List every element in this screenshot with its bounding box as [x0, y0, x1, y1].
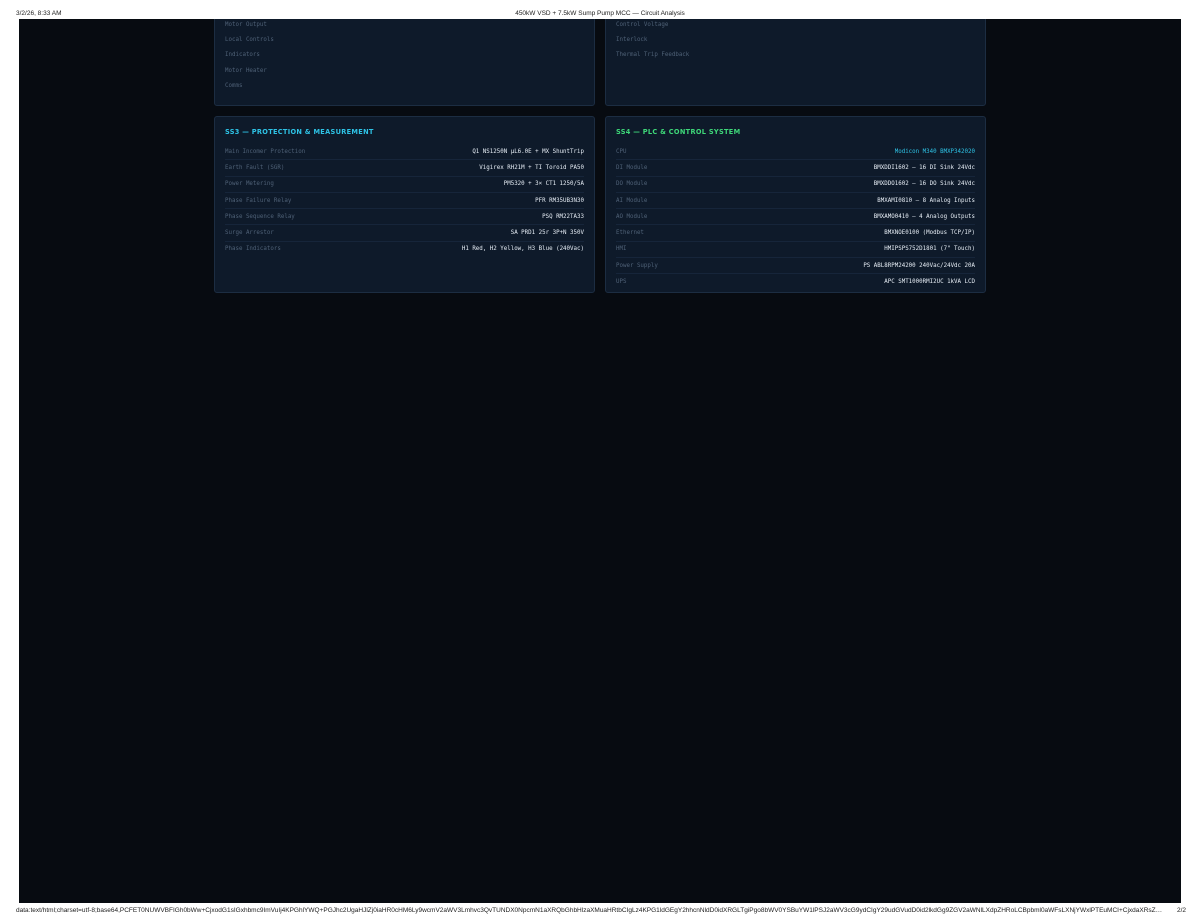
- table-row: DO Module BMXDDO1602 — 16 DO Sink 24Vdc: [616, 177, 975, 193]
- row-key: Phase Failure Relay: [225, 197, 292, 204]
- row-value: Q1 NS1250N µL6.0E + MX ShuntTrip: [472, 148, 584, 155]
- row-value: Vigirex RH21M + TI Toroid PA50: [479, 164, 584, 171]
- table-row: CPU Modicon M340 BMXP342020: [616, 144, 975, 161]
- row-key: DI Module: [616, 164, 648, 171]
- table-row: DI Module BMXDDI1602 — 16 DI Sink 24Vdc: [616, 160, 975, 177]
- row-key: Power Supply: [616, 262, 658, 269]
- table-row: Phase Failure Relay PFR RM35UB3N30: [225, 193, 584, 210]
- table-row: AO Module BMXAMO0410 — 4 Analog Outputs: [616, 209, 975, 226]
- print-url: data:text/html;charset=utf-8;base64,PCFE…: [16, 907, 1166, 914]
- row-value: BMXDDI1602 — 16 DI Sink 24Vdc: [873, 164, 975, 171]
- row-key: Earth Fault (SGR): [225, 164, 285, 171]
- print-title: 450kW VSD + 7.5kW Sump Pump MCC — Circui…: [515, 10, 685, 17]
- document-page: Motor Output Local Controls Indicators M…: [19, 19, 1181, 903]
- list-item: Comms: [225, 82, 243, 89]
- row-value: PS ABL8RPM24200 240Vac/24Vdc 20A: [863, 262, 975, 269]
- panel-ss4-plc: SS4 — PLC & CONTROL SYSTEM CPU Modicon M3…: [605, 116, 986, 293]
- panel-top-left-rows: Motor Output Local Controls Indicators M…: [225, 19, 584, 93]
- row-value: PFR RM35UB3N30: [535, 197, 584, 204]
- row-value: BMXDDO1602 — 16 DO Sink 24Vdc: [873, 181, 975, 188]
- table-row: Phase Indicators H1 Red, H2 Yellow, H3 Bl…: [225, 242, 584, 257]
- table-row: Power Supply PS ABL8RPM24200 240Vac/24Vdc…: [616, 258, 975, 275]
- row-key: DO Module: [616, 181, 648, 188]
- row-value: HMIPSPS752D1801 (7" Touch): [884, 246, 975, 253]
- row-key: Phase Sequence Relay: [225, 213, 295, 220]
- row-key: HMI: [616, 246, 627, 253]
- list-item: Motor Output: [225, 21, 267, 28]
- row-key: Ethernet: [616, 230, 644, 237]
- table-row: Earth Fault (SGR) Vigirex RH21M + TI Toro…: [225, 160, 584, 177]
- table-row: HMI HMIPSPS752D1801 (7" Touch): [616, 242, 975, 259]
- row-value: Modicon M340 BMXP342020: [894, 148, 975, 155]
- panel-ss3-title: SS3 — PROTECTION & MEASUREMENT: [225, 128, 374, 136]
- panel-ss3-rows: Main Incomer Protection Q1 NS1250N µL6.0E…: [225, 144, 584, 257]
- list-item: Interlock: [616, 36, 648, 43]
- row-value: BMXAMI0810 — 8 Analog Inputs: [877, 197, 975, 204]
- print-header: 3/2/26, 8:33 AM 450kW VSD + 7.5kW Sump P…: [0, 0, 1200, 19]
- row-key: Phase Indicators: [225, 246, 281, 253]
- row-key: Power Metering: [225, 181, 274, 188]
- table-row: UPS APC SMT1000RMI2UC 1kVA LCD: [616, 274, 975, 289]
- panel-top-right: Control Voltage Interlock Thermal Trip F…: [605, 19, 986, 106]
- row-value: APC SMT1000RMI2UC 1kVA LCD: [884, 279, 975, 286]
- panel-ss4-rows: CPU Modicon M340 BMXP342020 DI Module BMXD…: [616, 144, 975, 290]
- table-row: Surge Arrestor SA PRD1 25r 3P+N 350V: [225, 225, 584, 242]
- row-value: H1 Red, H2 Yellow, H3 Blue (240Vac): [461, 246, 584, 253]
- row-key: CPU: [616, 148, 627, 155]
- list-item: Motor Heater: [225, 67, 267, 74]
- row-value: PSQ RM22TA33: [542, 213, 584, 220]
- row-key: AI Module: [616, 197, 648, 204]
- row-key: Surge Arrestor: [225, 230, 274, 237]
- list-item: Local Controls: [225, 36, 274, 43]
- row-key: AO Module: [616, 213, 648, 220]
- table-row: Ethernet BMXNOE0100 (Modbus TCP/IP): [616, 225, 975, 242]
- print-footer: data:text/html;charset=utf-8;base64,PCFE…: [0, 903, 1200, 922]
- panel-top-left: Motor Output Local Controls Indicators M…: [214, 19, 595, 106]
- list-item: Indicators: [225, 52, 260, 59]
- row-value: SA PRD1 25r 3P+N 350V: [510, 230, 584, 237]
- row-key: Main Incomer Protection: [225, 148, 306, 155]
- row-value: BMXAMO0410 — 4 Analog Outputs: [873, 213, 975, 220]
- row-value: PM5320 + 3× CT1 1250/5A: [503, 181, 584, 188]
- table-row: Power Metering PM5320 + 3× CT1 1250/5A: [225, 177, 584, 193]
- row-key: UPS: [616, 279, 627, 286]
- table-row: Main Incomer Protection Q1 NS1250N µL6.0E…: [225, 144, 584, 161]
- row-value: BMXNOE0100 (Modbus TCP/IP): [884, 230, 975, 237]
- table-row: Phase Sequence Relay PSQ RM22TA33: [225, 209, 584, 226]
- panel-top-right-rows: Control Voltage Interlock Thermal Trip F…: [616, 19, 975, 63]
- table-row: AI Module BMXAMI0810 — 8 Analog Inputs: [616, 193, 975, 210]
- list-item: Control Voltage: [616, 21, 669, 28]
- list-item: Thermal Trip Feedback: [616, 52, 690, 59]
- page-number: 2/2: [1176, 907, 1186, 914]
- panel-ss4-title: SS4 — PLC & CONTROL SYSTEM: [616, 128, 741, 136]
- panel-ss3-protection: SS3 — PROTECTION & MEASUREMENT Main Inco…: [214, 116, 595, 293]
